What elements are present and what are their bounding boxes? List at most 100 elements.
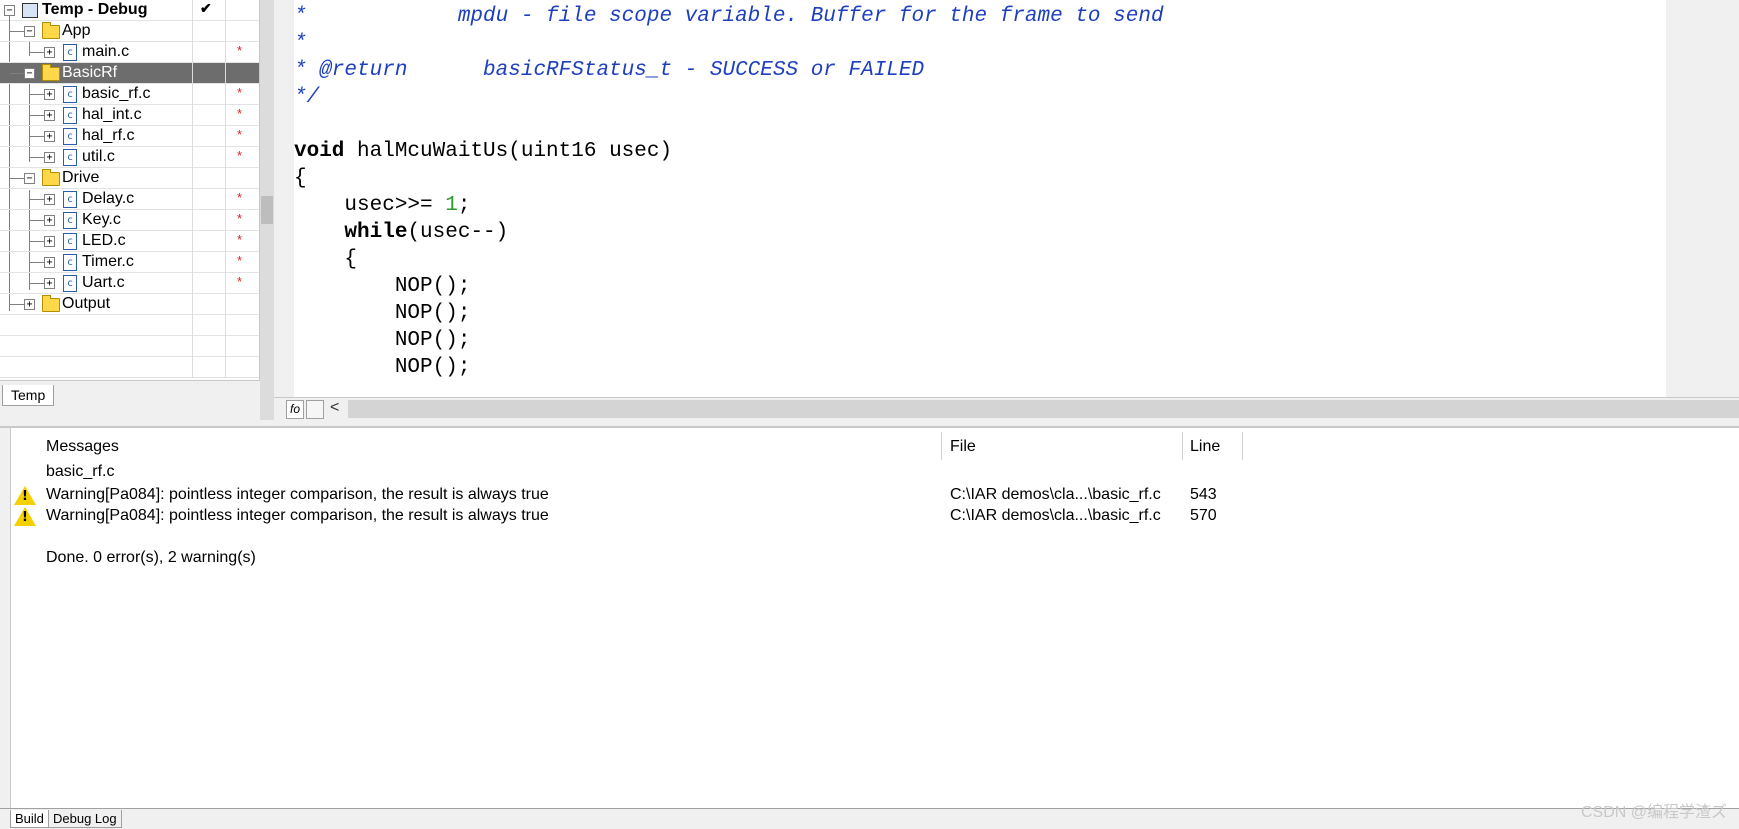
expand-icon[interactable]: + <box>44 152 55 163</box>
tree-item-label: Timer.c <box>82 253 134 270</box>
expand-icon[interactable]: + <box>44 110 55 121</box>
message-group-file[interactable]: basic_rf.c <box>46 463 114 481</box>
column-header-line[interactable]: Line <box>1190 438 1220 456</box>
warning-message[interactable]: Warning[Pa084]: pointless integer compar… <box>46 486 549 504</box>
tree-item-label: util.c <box>82 148 115 165</box>
tree-empty-row <box>0 357 259 378</box>
file-tree: − Temp - Debug ✔ − App + c main.c * − Ba… <box>0 0 260 381</box>
expand-icon[interactable]: + <box>44 47 55 58</box>
collapse-icon[interactable]: − <box>24 68 35 79</box>
tree-item-app[interactable]: − App <box>0 21 259 42</box>
expand-icon[interactable]: + <box>44 131 55 142</box>
c-file-icon: c <box>63 86 77 103</box>
workspace-panel: − Temp - Debug ✔ − App + c main.c * − Ba… <box>0 0 261 420</box>
workspace-tabs: Temp <box>0 385 259 410</box>
code-area[interactable]: * mpdu - file scope variable. Buffer for… <box>294 0 1666 397</box>
tree-item-basic-rf-c[interactable]: + c basic_rf.c * <box>0 84 259 105</box>
code-editor[interactable]: * mpdu - file scope variable. Buffer for… <box>274 0 1739 397</box>
tree-item-label: LED.c <box>82 232 126 249</box>
code-line: { <box>294 248 358 271</box>
tree-item-label: Delay.c <box>82 190 135 207</box>
tree-item-util-c[interactable]: + c util.c * <box>0 147 259 168</box>
tree-item-output[interactable]: + Output <box>0 294 259 315</box>
modified-mark: * <box>237 85 243 100</box>
tab-debug-log[interactable]: Debug Log <box>48 810 122 828</box>
build-summary: Done. 0 error(s), 2 warning(s) <box>46 549 256 566</box>
split-button[interactable] <box>306 400 324 419</box>
expand-icon[interactable]: + <box>44 257 55 268</box>
warning-message[interactable]: Warning[Pa084]: pointless integer compar… <box>46 507 549 525</box>
tree-item-uart-c[interactable]: + c Uart.c * <box>0 273 259 294</box>
modified-mark: * <box>237 127 243 142</box>
function-navigator-button[interactable]: fo <box>286 400 304 419</box>
tree-item-timer-c[interactable]: + c Timer.c * <box>0 252 259 273</box>
modified-mark: * <box>237 43 243 58</box>
modified-mark: * <box>237 211 243 226</box>
expand-icon[interactable]: + <box>44 194 55 205</box>
watermark: CSDN @编程学渣ズ <box>1580 804 1727 821</box>
panel-edge <box>0 428 11 810</box>
warning-line[interactable]: 570 <box>1190 507 1217 525</box>
c-file-icon: c <box>63 275 77 292</box>
column-header-messages[interactable]: Messages <box>46 438 119 456</box>
code-line: NOP(); <box>294 329 471 352</box>
editor-horizontal-scrollbar[interactable]: fo < <box>274 397 1739 420</box>
tree-item-delay-c[interactable]: + c Delay.c * <box>0 189 259 210</box>
code-line: * mpdu - file scope variable. Buffer for… <box>294 5 1164 28</box>
tree-empty-row <box>0 336 259 357</box>
tree-item-key-c[interactable]: + c Key.c * <box>0 210 259 231</box>
build-messages-panel: Messages File Line basic_rf.c ! Warning[… <box>0 426 1739 810</box>
c-file-icon: c <box>63 233 77 250</box>
c-file-icon: c <box>63 212 77 229</box>
tree-item-hal-int-c[interactable]: + c hal_int.c * <box>0 105 259 126</box>
tree-item-label: Drive <box>62 169 100 186</box>
tree-item-led-c[interactable]: + c LED.c * <box>0 231 259 252</box>
tree-item-label: App <box>62 22 91 39</box>
modified-mark: * <box>237 274 243 289</box>
warning-icon: ! <box>14 507 36 526</box>
expand-icon[interactable]: + <box>44 236 55 247</box>
scroll-track[interactable] <box>348 400 1739 418</box>
tree-item-basicrf[interactable]: − BasicRf <box>0 63 259 84</box>
tree-empty-row <box>0 315 259 336</box>
tree-row-project[interactable]: − Temp - Debug ✔ <box>0 0 259 21</box>
column-header-file[interactable]: File <box>950 438 976 456</box>
code-line: usec>>= 1; <box>294 194 471 217</box>
modified-mark: * <box>237 106 243 121</box>
collapse-icon[interactable]: − <box>24 173 35 184</box>
margin-marker <box>261 196 273 224</box>
modified-mark: * <box>237 253 243 268</box>
expand-icon[interactable]: + <box>44 278 55 289</box>
tree-item-drive[interactable]: − Drive <box>0 168 259 189</box>
tree-item-hal-rf-c[interactable]: + c hal_rf.c * <box>0 126 259 147</box>
tab-temp[interactable]: Temp <box>2 385 55 406</box>
folder-icon <box>42 64 60 81</box>
expand-icon[interactable]: + <box>44 215 55 226</box>
tree-item-label: Key.c <box>82 211 121 228</box>
code-line: { <box>294 167 307 190</box>
c-file-icon: c <box>63 254 77 271</box>
tree-item-label: Output <box>62 295 111 312</box>
warning-file[interactable]: C:\IAR demos\cla...\basic_rf.c <box>950 486 1161 504</box>
scroll-left-icon[interactable]: < <box>330 399 339 417</box>
code-line: while(usec--) <box>344 221 509 244</box>
modified-mark: * <box>237 148 243 163</box>
expand-icon[interactable]: + <box>44 89 55 100</box>
folder-icon <box>42 295 60 312</box>
project-icon <box>22 3 38 18</box>
folder-icon <box>42 22 60 39</box>
code-line: * @return basicRFStatus_t - SUCCESS or F… <box>294 59 925 82</box>
warning-line[interactable]: 543 <box>1190 486 1217 504</box>
expand-icon[interactable]: + <box>24 299 35 310</box>
code-line: NOP(); <box>294 302 471 325</box>
checkmark-icon: ✔ <box>200 0 212 16</box>
warning-file[interactable]: C:\IAR demos\cla...\basic_rf.c <box>950 507 1161 525</box>
tab-build[interactable]: Build <box>10 810 49 828</box>
tree-item-label: main.c <box>82 43 130 60</box>
tree-item-label: hal_int.c <box>82 106 142 123</box>
tree-item-main-c[interactable]: + c main.c * <box>0 42 259 63</box>
output-tabs: Build Debug Log <box>0 808 1739 829</box>
code-line: void halMcuWaitUs(uint16 usec) <box>294 140 673 163</box>
collapse-icon[interactable]: − <box>24 26 35 37</box>
editor-margin <box>260 0 274 420</box>
